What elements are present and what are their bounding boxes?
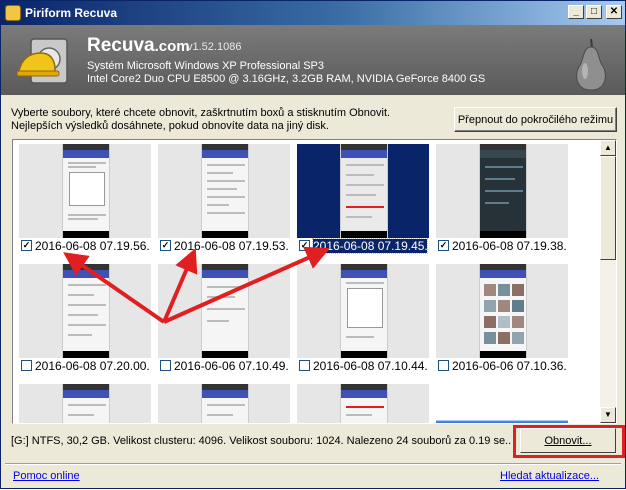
- file-caption: 2016-06-06 07.10.49...: [174, 359, 288, 373]
- phone-screenshot: [62, 264, 110, 358]
- phone-screenshot: [62, 144, 110, 238]
- scroll-thumb[interactable]: [600, 156, 616, 260]
- file-thumbnail[interactable]: [158, 144, 290, 238]
- phone-screenshot: [340, 384, 388, 423]
- scroll-down-arrow-icon[interactable]: ▼: [600, 407, 616, 423]
- file-checkbox[interactable]: [160, 360, 171, 371]
- app-header: Recuva.com v1.52.1086 Systém Microsoft W…: [1, 25, 625, 95]
- file-thumbnail[interactable]: [436, 144, 568, 238]
- file-tile[interactable]: 2016-06-08 07.10.44...: [293, 262, 429, 380]
- file-caption: 2016-06-08 07.10.44...: [313, 359, 427, 373]
- file-thumbnail[interactable]: [297, 144, 429, 238]
- file-tile[interactable]: [154, 382, 290, 423]
- file-tile[interactable]: 2016-06-06 07.10.49...: [154, 262, 290, 380]
- file-tile[interactable]: ✓ 2016-06-08 07.19.38...: [432, 142, 568, 260]
- file-checkbox[interactable]: ✓: [160, 240, 171, 251]
- file-checkbox[interactable]: [299, 360, 310, 371]
- file-thumbnail[interactable]: [436, 264, 568, 358]
- file-tile[interactable]: ✓ 2016-06-08 07.19.53...: [154, 142, 290, 260]
- phone-screenshot: [201, 144, 249, 238]
- ocean-photo: [436, 384, 568, 423]
- file-thumbnail[interactable]: [436, 384, 568, 423]
- close-button[interactable]: ✕: [606, 5, 622, 19]
- check-updates-link[interactable]: Hledat aktualizace...: [500, 470, 599, 482]
- phone-screenshot: [479, 264, 527, 358]
- file-checkbox[interactable]: ✓: [438, 240, 449, 251]
- phone-screenshot: [340, 144, 388, 238]
- footer-divider: [5, 463, 621, 465]
- advanced-mode-button[interactable]: Přepnout do pokročilého režimu: [454, 107, 617, 132]
- app-icon: [5, 5, 21, 21]
- file-tile[interactable]: [432, 382, 568, 423]
- file-caption: 2016-06-06 07.10.36...: [452, 359, 566, 373]
- file-thumbnail[interactable]: [19, 384, 151, 423]
- file-caption: 2016-06-08 07.20.00...: [35, 359, 149, 373]
- file-caption: 2016-06-08 07.19.38...: [452, 239, 566, 253]
- brand-suffix: .com: [154, 38, 190, 55]
- pear-icon: [576, 38, 606, 91]
- file-tile[interactable]: 2016-06-06 07.10.36...: [432, 262, 568, 380]
- phone-screenshot: [479, 144, 527, 238]
- file-thumbnail[interactable]: [297, 264, 429, 358]
- file-checkbox[interactable]: [438, 360, 449, 371]
- file-tile[interactable]: [15, 382, 151, 423]
- os-info: Systém Microsoft Windows XP Professional…: [87, 60, 324, 72]
- brand-name: Recuva.com: [87, 35, 190, 57]
- recover-highlight-box: [513, 425, 625, 458]
- file-checkbox[interactable]: [21, 360, 32, 371]
- hard-drive-helmet-icon: [17, 38, 68, 84]
- help-online-link[interactable]: Pomoc online: [13, 470, 80, 482]
- brand-text: Recuva: [87, 35, 155, 56]
- file-tile-selected[interactable]: ✓ 2016-06-08 07.19.45...: [293, 142, 429, 260]
- file-caption: 2016-06-08 07.19.45...: [312, 238, 428, 254]
- file-tile[interactable]: ✓ 2016-06-08 07.19.56...: [15, 142, 151, 260]
- instruction-line-1: Vyberte soubory, které chcete obnovit, z…: [11, 107, 391, 119]
- gallery-scrollbar[interactable]: ▲ ▼: [600, 140, 616, 423]
- phone-screenshot: [340, 264, 388, 358]
- file-tile[interactable]: 2016-06-08 07.20.00...: [15, 262, 151, 380]
- file-checkbox[interactable]: ✓: [299, 240, 310, 251]
- phone-screenshot: [62, 384, 110, 423]
- phone-screenshot: [201, 384, 249, 423]
- maximize-button[interactable]: □: [586, 5, 602, 19]
- system-info: Systém Microsoft Windows XP Professional…: [87, 60, 485, 86]
- version-label: v1.52.1086: [187, 41, 242, 53]
- instruction-line-2: Nejlepších výsledků dosáhnete, pokud obn…: [11, 120, 329, 132]
- file-thumbnail[interactable]: [19, 264, 151, 358]
- scan-status: [G:] NTFS, 30,2 GB. Velikost clusteru: 4…: [11, 435, 511, 447]
- recuva-window: Piriform Recuva _ □ ✕ Recuva.com v1.52.1…: [0, 0, 626, 489]
- phone-screenshot: [201, 264, 249, 358]
- file-thumbnail[interactable]: [158, 384, 290, 423]
- file-thumbnail[interactable]: [19, 144, 151, 238]
- window-title: Piriform Recuva: [25, 6, 118, 20]
- title-bar[interactable]: Piriform Recuva _ □ ✕: [1, 1, 625, 25]
- minimize-button[interactable]: _: [568, 5, 584, 19]
- scroll-up-arrow-icon[interactable]: ▲: [600, 140, 616, 156]
- file-gallery[interactable]: ✓ 2016-06-08 07.19.56... ✓ 2016-06-08 07…: [12, 139, 617, 424]
- file-tile[interactable]: [293, 382, 429, 423]
- file-thumbnail[interactable]: [158, 264, 290, 358]
- hardware-info: Intel Core2 Duo CPU E8500 @ 3.16GHz, 3.2…: [87, 73, 486, 85]
- instructions: Vyberte soubory, které chcete obnovit, z…: [11, 107, 390, 133]
- file-caption: 2016-06-08 07.19.56...: [35, 239, 149, 253]
- file-caption: 2016-06-08 07.19.53...: [174, 239, 288, 253]
- file-checkbox[interactable]: ✓: [21, 240, 32, 251]
- file-thumbnail[interactable]: [297, 384, 429, 423]
